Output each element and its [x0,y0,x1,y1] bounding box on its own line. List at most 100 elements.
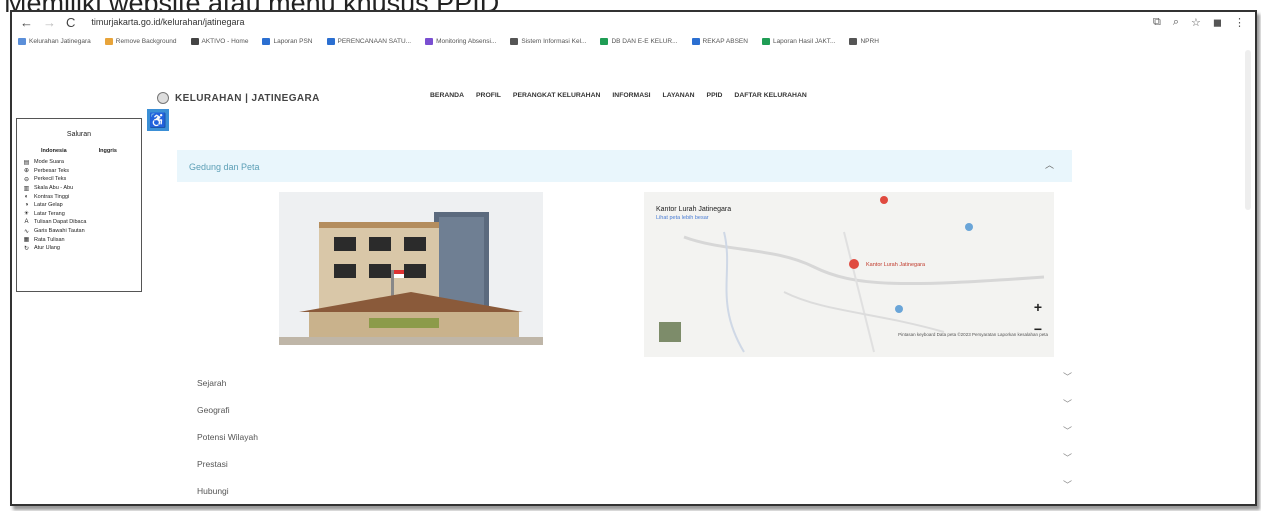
main-menu: BERANDA PROFIL PERANGKAT KELURAHAN INFOR… [430,92,807,99]
accessibility-item-garis-bawahi[interactable]: ∿ Garis Bawahi Tautan [23,227,141,236]
url-field[interactable]: timurjakarta.go.id/kelurahan/jatinegara [91,17,244,27]
accessibility-panel: Saluran Indonesia Inggris ▤ Mode Suara ⊕ P… [16,118,142,292]
browser-screenshot: ← → C timurjakarta.go.id/kelurahan/jatin… [10,10,1257,506]
bookmark-icon [510,37,519,45]
profile-accordion: Sejarah ﹀ Geografi ﹀ Potensi Wilayah ﹀ Pres… [177,370,1072,504]
bookmark-item[interactable]: Laporan Hasil JAKT... [761,37,835,45]
bookmark-icon [18,37,26,45]
bookmark-item[interactable]: AKTIVO - Home [190,37,248,45]
bookmark-item[interactable]: Sistem Informasi Kel... [510,37,586,45]
bookmark-item[interactable]: DB DAN E-E KELUR... [600,37,678,45]
light-background-icon: ☀ [23,211,30,218]
bookmarks-bar: Kelurahan Jatinegara Remove Background A… [12,33,1255,49]
bookmark-item[interactable]: Remove Background [104,37,177,45]
accessibility-item-atur-ulang[interactable]: ↻ Atur Ulang [23,244,141,253]
grayscale-icon: ▥ [23,185,30,192]
brand-name: KELURAHAN | JATINEGARA [175,92,320,104]
chevron-down-icon: ﹀ [1062,453,1072,463]
site-header: KELURAHAN | JATINEGARA BERANDA PROFIL PE… [12,82,1255,112]
bookmark-item[interactable]: PERENCANAAN SATU... [326,37,411,45]
underline-link-icon: ∿ [23,228,30,235]
site-brand[interactable]: KELURAHAN | JATINEGARA [157,92,320,104]
bookmark-icon [326,37,335,45]
bookmark-icon [104,37,113,45]
reset-icon: ↻ [23,245,30,252]
tab-icon[interactable]: ◼ [1213,16,1222,29]
menu-dots-icon[interactable]: ⋮ [1234,16,1245,29]
bookmark-icon [600,37,609,45]
accordion-item-hubungi[interactable]: Hubungi ﹀ [177,478,1072,504]
back-arrow-icon[interactable]: ← [20,15,33,30]
menu-item-perangkat[interactable]: PERANGKAT KELURAHAN [513,92,600,99]
reload-icon[interactable]: C [66,15,75,30]
bookmark-item[interactable]: REKAP ABSEN [691,37,748,45]
menu-item-beranda[interactable]: BERANDA [430,92,464,99]
accessibility-item-kontras-tinggi[interactable]: ◐ Kontras Tinggi [23,192,141,201]
building-illustration [279,192,543,345]
readable-font-icon: A [24,219,29,226]
chevron-up-icon[interactable]: ︿ [1045,158,1054,171]
accessibility-item-latar-gelap[interactable]: ◑ Latar Gelap [23,201,141,210]
accessibility-button[interactable]: ♿ [147,109,169,131]
accessibility-item-mode-suara[interactable]: ▤ Mode Suara [23,158,141,167]
accessibility-item-skala-abu[interactable]: ▥ Skala Abu - Abu [23,184,141,193]
language-switch: Indonesia Inggris [25,148,133,154]
bookmark-item[interactable]: Kelurahan Jatinegara [18,37,91,45]
speaker-icon: ▤ [23,159,30,166]
menu-item-informasi[interactable]: INFORMASI [612,92,650,99]
lang-indonesia[interactable]: Indonesia [41,148,67,154]
accessibility-item-rata-tulisan[interactable]: ▦ Rata Tulisan [23,235,141,244]
map-marker-label[interactable]: Kantor Lurah Jatinegara [866,262,925,268]
align-text-icon: ▦ [23,237,30,244]
bookmark-icon [425,37,434,45]
accessibility-item-latar-terang[interactable]: ☀ Latar Terang [23,210,141,219]
lang-inggris[interactable]: Inggris [99,148,117,154]
bookmark-item[interactable]: NPRH [849,37,879,45]
map-place-title: Kantor Lurah Jatinegara [656,206,732,213]
wheelchair-icon: ♿ [149,111,167,128]
chevron-down-icon: ﹀ [1062,480,1072,490]
bookmark-item[interactable]: Laporan PSN [262,37,313,45]
menu-item-profil[interactable]: PROFIL [476,92,501,99]
accordion-item-prestasi[interactable]: Prestasi ﹀ [177,451,1072,478]
accessibility-item-tulisan[interactable]: A Tulisan Dapat Dibaca [23,218,141,227]
bookmark-item[interactable]: Monitoring Absensi... [425,37,496,45]
browser-nav: ← → C [20,15,75,30]
accessibility-item-perbesar-teks[interactable]: ⊕ Perbesar Teks [23,167,141,176]
accessibility-title: Saluran [66,131,92,138]
share-icon[interactable]: ⧉ [1153,16,1161,29]
zoom-in-icon: ⊕ [23,168,30,175]
bookmark-icon [761,37,770,45]
page-scrollbar[interactable] [1245,50,1251,210]
section-title: Gedung dan Peta [189,162,260,172]
brand-logo-icon [157,92,169,104]
map-larger-link[interactable]: Lihat peta lebih besar [656,215,709,221]
section-header-gedung[interactable]: Gedung dan Peta ︿ [177,150,1072,182]
zoom-in-button[interactable]: + [1034,296,1042,318]
menu-item-ppid[interactable]: PPID [707,92,723,99]
accordion-item-potensi[interactable]: Potensi Wilayah ﹀ [177,424,1072,451]
map-footer: Pintasan keyboard Data peta ©2023 Persya… [898,332,1048,337]
bookmark-icon [691,37,700,45]
search-icon[interactable]: ⌕ [1173,16,1179,29]
accessibility-options: ▤ Mode Suara ⊕ Perbesar Teks ⊖ Perkecil Tek… [23,158,141,253]
accordion-item-geografi[interactable]: Geografi ﹀ [177,397,1072,424]
bookmark-icon [849,37,858,45]
accessibility-item-perkecil-teks[interactable]: ⊖ Perkecil Teks [23,175,141,184]
zoom-out-icon: ⊖ [23,176,30,183]
forward-arrow-icon[interactable]: → [43,15,56,30]
building-photo [279,192,543,345]
star-icon[interactable]: ☆ [1191,16,1201,29]
bookmark-icon [262,37,271,45]
map-embed[interactable]: Kantor Lurah Jatinegara Lihat peta lebih… [644,192,1054,357]
dark-background-icon: ◑ [24,202,29,209]
chevron-down-icon: ﹀ [1062,399,1072,409]
window-controls: ⧉ ⌕ ☆ ◼ ⋮ [1153,16,1245,29]
bookmark-icon [190,37,199,45]
menu-item-layanan[interactable]: LAYANAN [663,92,695,99]
address-bar: ← → C timurjakarta.go.id/kelurahan/jatin… [12,12,1255,32]
accordion-item-sejarah[interactable]: Sejarah ﹀ [177,370,1072,397]
menu-item-daftar-kelurahan[interactable]: DAFTAR KELURAHAN [734,92,806,99]
chevron-down-icon: ﹀ [1062,426,1072,436]
contrast-icon: ◐ [24,193,29,200]
